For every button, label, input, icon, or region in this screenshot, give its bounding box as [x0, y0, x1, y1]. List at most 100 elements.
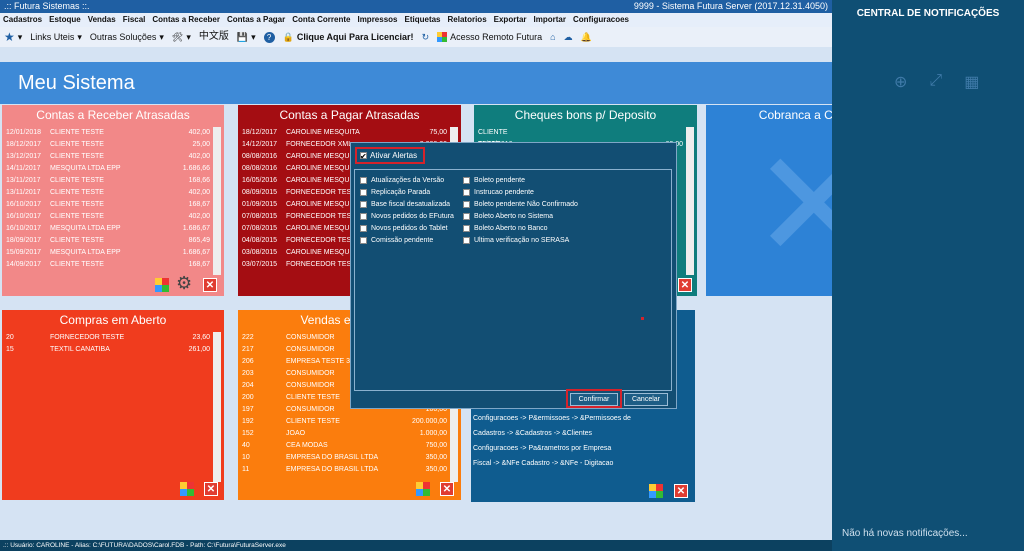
menu-exportar[interactable]: Exportar [494, 13, 527, 27]
list-row[interactable]: 40 CEA MODAS 750,00 [242, 440, 447, 452]
cell: TEXTIL CANATIBA [50, 346, 110, 353]
menu-fiscal[interactable]: Fiscal [123, 13, 146, 27]
language-button[interactable]: 中文版 [199, 27, 229, 47]
scrollbar[interactable] [213, 127, 221, 275]
cubes-icon[interactable] [180, 482, 194, 496]
option-base-fiscal[interactable]: Base fiscal desatualizada [360, 201, 450, 208]
links-uteis-button[interactable]: Links Uteis ▾ [30, 27, 82, 47]
list-row[interactable]: 14/09/2017 CLIENTE TESTE 168,67 [6, 259, 210, 271]
cancel-button[interactable]: Cancelar [624, 393, 668, 406]
tools-button[interactable]: 🛠 ▾ [172, 27, 191, 47]
option-boleto-nao-confirmado[interactable]: Boleto pendente Não Confirmado [463, 201, 578, 208]
confirm-button[interactable]: Confirmar [570, 393, 618, 406]
list-row[interactable]: 15 TEXTIL CANATIBA 261,00 [6, 344, 210, 356]
list-row[interactable]: 14/11/2017 MESQUITA LTDA EPP 1.686,66 [6, 163, 210, 175]
list-row[interactable]: 13/11/2017 CLIENTE TESTE 168,66 [6, 175, 210, 187]
list-row[interactable]: 20 FORNECEDOR TESTE 23,60 [6, 332, 210, 344]
home-icon: ⌂ [550, 32, 556, 42]
option-boleto-sistema[interactable]: Boleto Aberto no Sistema [463, 213, 553, 220]
shortcut-item[interactable]: Configuracoes -> Pa&rametros por Empresa [473, 441, 631, 456]
list-row[interactable]: 152 JOAO 1.000,00 [242, 428, 447, 440]
shortcut-item[interactable]: Fiscal -> &NFe Cadastro -> &NFe - Digita… [473, 456, 631, 471]
option-boleto-pendente[interactable]: Boleto pendente [463, 177, 525, 184]
cell: 16/05/2016 [242, 177, 278, 184]
bell-button[interactable]: 🔔 [581, 27, 592, 47]
expand-icon[interactable]: ⤢ [929, 72, 942, 92]
menu-estoque[interactable]: Estoque [49, 13, 81, 27]
option-replicacao[interactable]: Replicação Parada [360, 189, 430, 196]
list-row[interactable]: 16/10/2017 MESQUITA LTDA EPP 1.686,67 [6, 223, 210, 235]
list-row[interactable]: 12/01/2018 CLIENTE TESTE 402,00 [6, 127, 210, 139]
list-row[interactable]: 18/09/2017 CLIENTE TESTE 865,49 [6, 235, 210, 247]
menu-cadastros[interactable]: Cadastros [3, 13, 42, 27]
option-comissao[interactable]: Comissão pendente [360, 237, 433, 244]
cell: EMPRESA DO BRASIL LTDA [286, 454, 379, 461]
list-row[interactable]: 13/11/2017 CLIENTE TESTE 402,00 [6, 187, 210, 199]
list-row[interactable]: 11 EMPRESA DO BRASIL LTDA 350,00 [242, 464, 447, 476]
globe-icon[interactable]: ⊕ [894, 72, 907, 92]
menu-conta-corrente[interactable]: Conta Corrente [292, 13, 350, 27]
option-pedidos-tablet[interactable]: Novos pedidos do Tablet [360, 225, 448, 232]
option-pedidos-efutura[interactable]: Novos pedidos do EFutura [360, 213, 454, 220]
cell: CEA MODAS [286, 442, 328, 449]
menu-etiquetas[interactable]: Etiquetas [405, 13, 441, 27]
cubes-icon[interactable] [649, 484, 663, 498]
shortcut-item[interactable]: Configuracoes -> P&ermissoes -> &Permiss… [473, 411, 631, 426]
close-button[interactable]: ✕ [678, 278, 692, 292]
close-button[interactable]: ✕ [203, 278, 217, 292]
save-button[interactable]: 💾 ▾ [237, 27, 256, 47]
list-row[interactable]: 16/10/2017 CLIENTE TESTE 402,00 [6, 211, 210, 223]
cell: 40 [242, 442, 250, 449]
licenciar-button[interactable]: 🔒 Clique Aqui Para Licenciar! [283, 27, 414, 47]
menu-configuracoes[interactable]: Configuracoes [573, 13, 629, 27]
menu-relatorios[interactable]: Relatorios [448, 13, 487, 27]
menu-contas-pagar[interactable]: Contas a Pagar [227, 13, 285, 27]
bell-icon: 🔔 [580, 32, 592, 42]
list-row[interactable]: 13/12/2017 CLIENTE TESTE 402,00 [6, 151, 210, 163]
app-title: .:: Futura Sistemas ::. [4, 1, 90, 11]
scrollbar[interactable] [213, 332, 221, 482]
tile-title: Compras em Aberto [59, 313, 167, 327]
list-row[interactable]: 16/10/2017 CLIENTE TESTE 168,67 [6, 199, 210, 211]
option-boleto-banco[interactable]: Boleto Aberto no Banco [463, 225, 548, 232]
cell: 03/07/2015 [242, 261, 278, 268]
close-button[interactable]: ✕ [204, 482, 218, 496]
cubes-icon[interactable] [416, 482, 430, 496]
scrollbar[interactable] [686, 127, 694, 275]
list-row[interactable]: 15/09/2017 MESQUITA LTDA EPP 1.686,67 [6, 247, 210, 259]
outras-solucoes-button[interactable]: Outras Soluções ▾ [90, 27, 164, 47]
grid-icon[interactable]: ▦ [964, 72, 979, 92]
option-serasa[interactable]: Ultima verificação no SERASA [463, 237, 569, 244]
close-button[interactable]: ✕ [440, 482, 454, 496]
list-row[interactable]: 192 CLIENTE TESTE 200.000,00 [242, 416, 447, 428]
tile-compras: Compras em Aberto 20 FORNECEDOR TESTE 23,6… [2, 310, 224, 500]
menu-importar[interactable]: Importar [534, 13, 566, 27]
menu-impressos[interactable]: Impressos [357, 13, 397, 27]
checkbox-checked[interactable] [360, 150, 367, 163]
option-atualizacoes[interactable]: Atualizações da Versão [360, 177, 444, 184]
title-bar: .:: Futura Sistemas ::. 9999 - Sistema F… [0, 0, 832, 13]
home-button[interactable]: ⌂ [550, 27, 555, 47]
close-button[interactable]: ✕ [674, 484, 688, 498]
cubes-icon[interactable] [155, 278, 169, 292]
gear-icon[interactable]: ⚙ [176, 273, 192, 294]
option-instrucao[interactable]: Instrucao pendente [463, 189, 534, 196]
list-row[interactable]: CLIENTE TESTE [478, 127, 683, 148]
remote-access-button[interactable]: Acesso Remoto Futura [437, 27, 542, 47]
cell: 04/08/2015 [242, 237, 278, 244]
list-row[interactable]: 18/12/2017 CLIENTE TESTE 25,00 [6, 139, 210, 151]
list-row[interactable]: 10 EMPRESA DO BRASIL LTDA 350,00 [242, 452, 447, 464]
cloud-button[interactable]: ☁ [564, 27, 573, 47]
refresh-button[interactable]: ↻ [422, 27, 430, 47]
cell: 402,00 [188, 213, 210, 220]
favorites-button[interactable]: ★ ▾ [4, 27, 22, 47]
shortcut-item[interactable]: Cadastros -> &Cadastros -> &Clientes [473, 426, 631, 441]
menu-contas-receber[interactable]: Contas a Receber [152, 13, 220, 27]
ativar-alertas-checkbox[interactable]: Ativar Alertas [355, 147, 425, 164]
list-row[interactable]: 18/12/2017 CAROLINE MESQUITA 75,00 [242, 127, 447, 139]
help-button[interactable]: ? [263, 31, 275, 43]
cell: 08/08/2016 [242, 165, 278, 172]
cell: 222 [242, 334, 254, 341]
menu-vendas[interactable]: Vendas [88, 13, 116, 27]
cell: 750,00 [425, 442, 447, 449]
